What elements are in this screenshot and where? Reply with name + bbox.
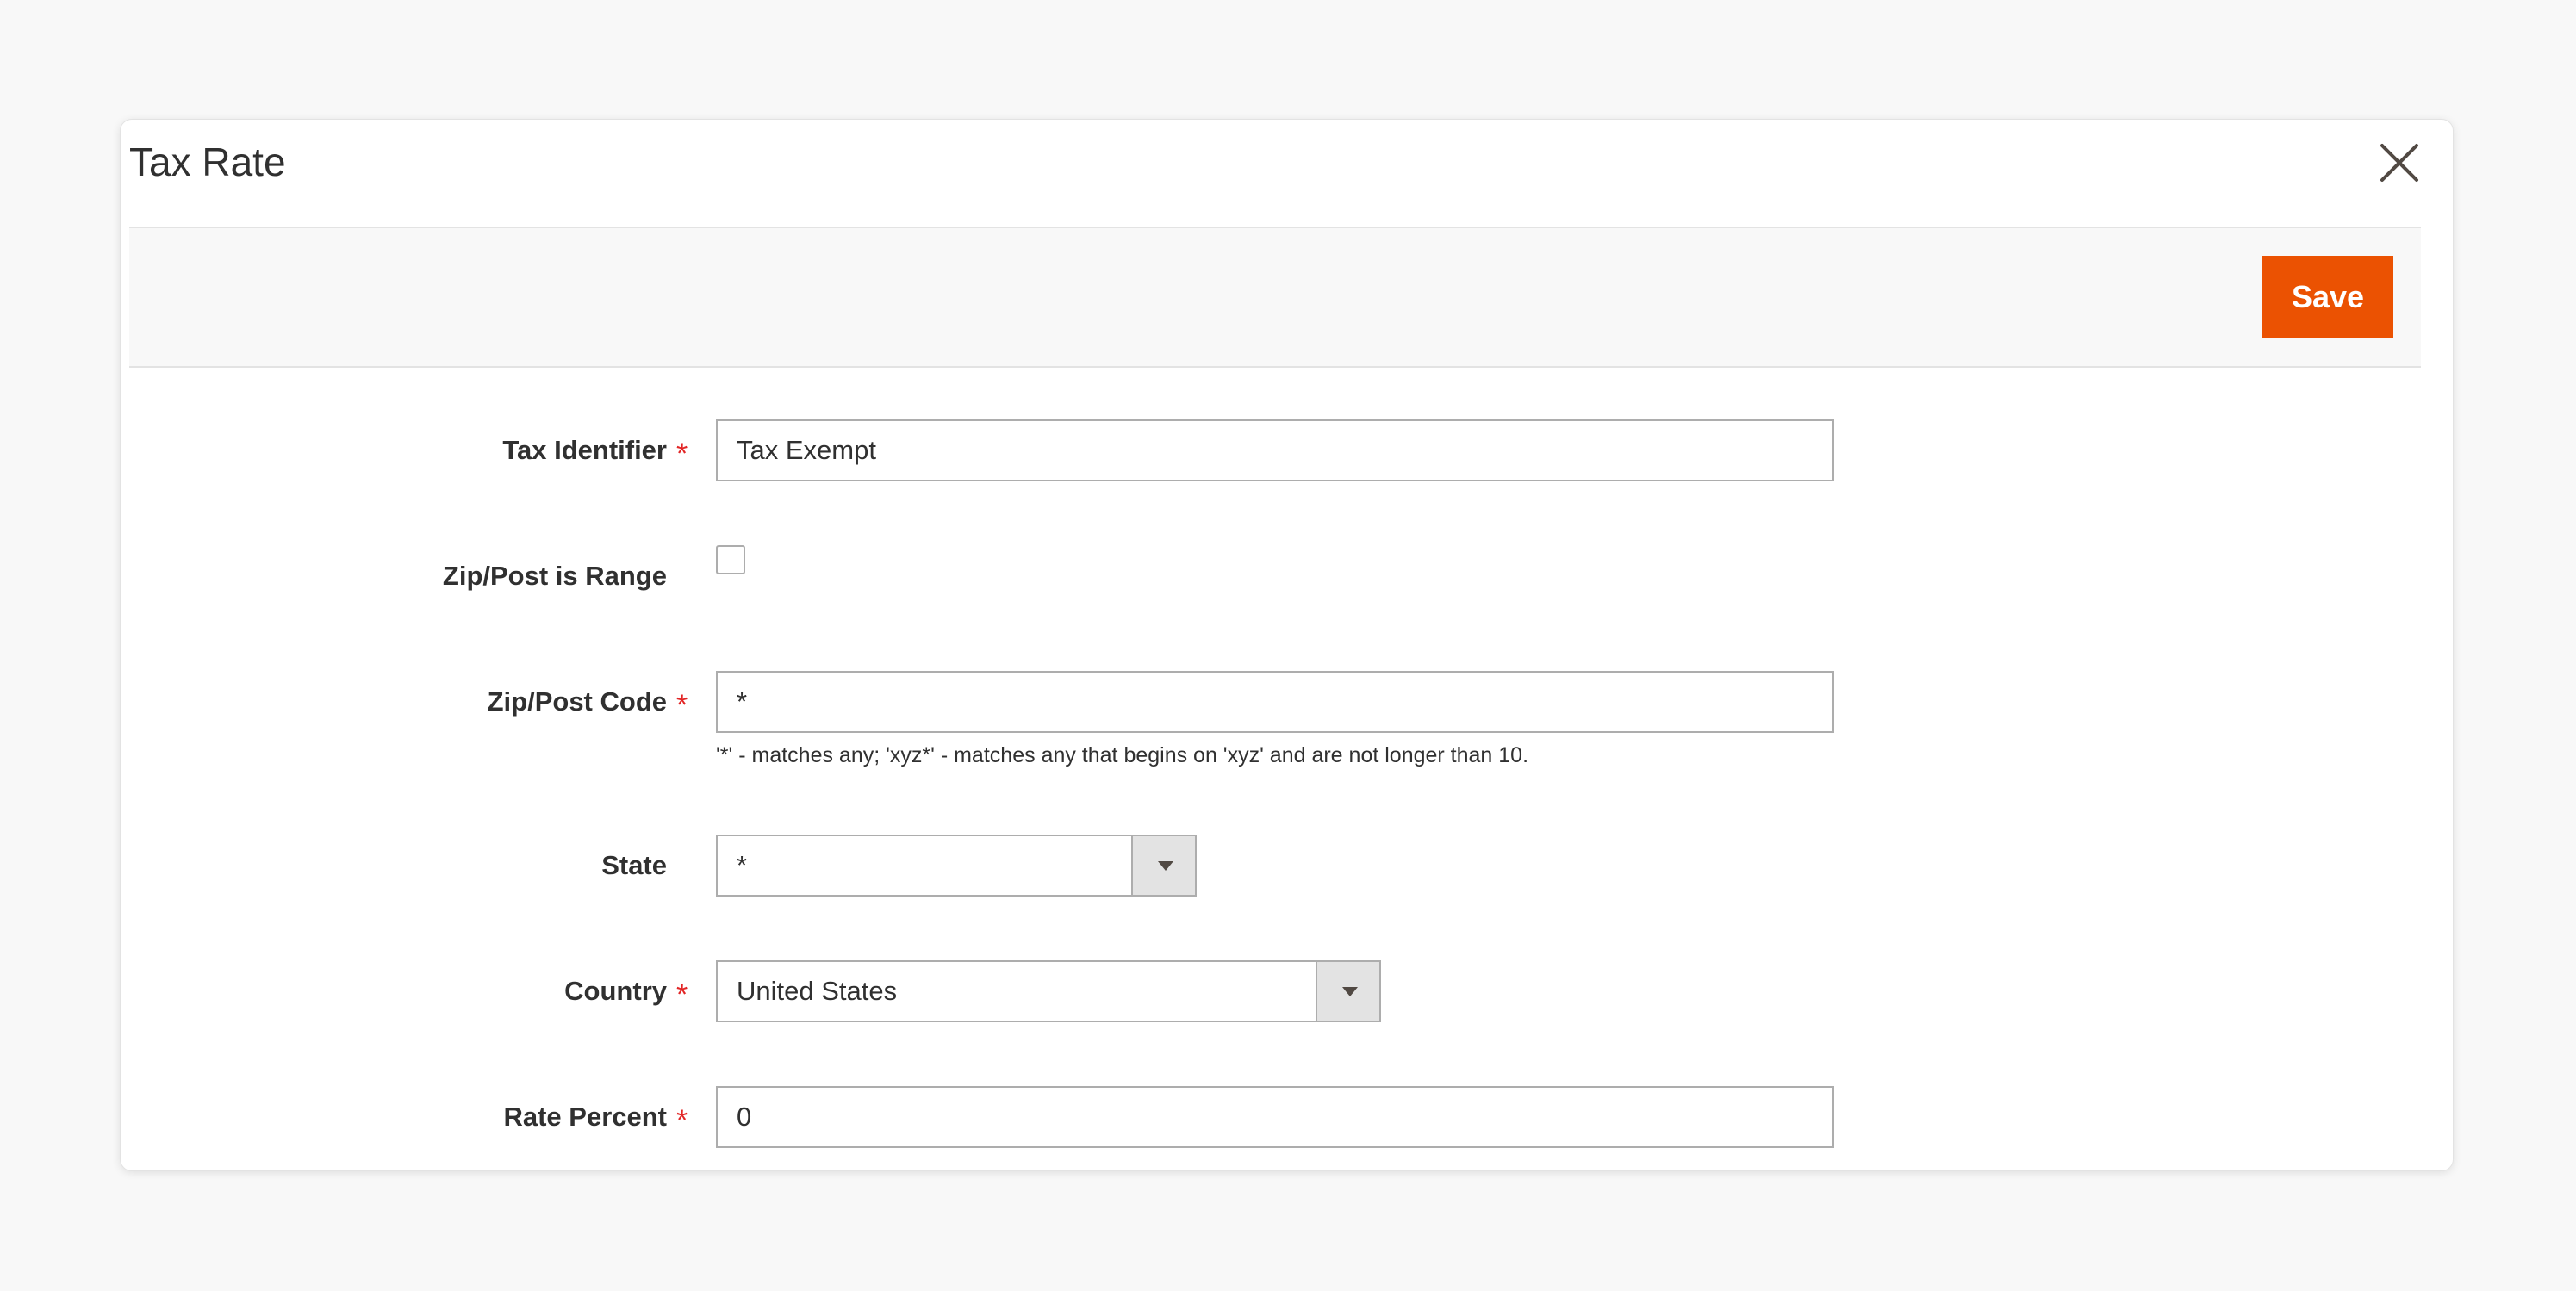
- required-indicator: *: [676, 689, 688, 722]
- zip-is-range-label: Zip/Post is Range: [442, 561, 667, 591]
- tax-identifier-label: Tax Identifier: [502, 435, 667, 465]
- save-button[interactable]: Save: [2262, 256, 2393, 338]
- country-label: Country: [564, 976, 667, 1006]
- field-zip-is-range: Zip/Post is Range: [121, 545, 2455, 607]
- state-select-value: *: [737, 850, 748, 880]
- field-tax-identifier: Tax Identifier *: [121, 419, 2455, 481]
- zip-is-range-checkbox[interactable]: [716, 545, 745, 574]
- field-zip-code: Zip/Post Code * '*' - matches any; 'xyz*…: [121, 671, 2455, 767]
- field-country: Country * United States: [121, 960, 2455, 1022]
- close-button[interactable]: [2375, 139, 2424, 187]
- zip-code-input[interactable]: [716, 671, 1834, 733]
- required-indicator: *: [676, 978, 688, 1011]
- rate-percent-label: Rate Percent: [503, 1102, 667, 1132]
- required-indicator: *: [676, 1104, 688, 1137]
- required-indicator: *: [676, 438, 688, 470]
- chevron-down-icon: [1316, 962, 1379, 1021]
- rate-percent-input[interactable]: [716, 1086, 1834, 1148]
- page-actions-bar: Save: [129, 227, 2421, 368]
- zip-code-label: Zip/Post Code: [487, 686, 667, 717]
- country-select-value: United States: [737, 976, 898, 1006]
- field-rate-percent: Rate Percent *: [121, 1086, 2455, 1148]
- modal-title: Tax Rate: [129, 140, 286, 184]
- close-icon: [2380, 144, 2418, 182]
- field-state: State *: [121, 835, 2455, 897]
- chevron-down-icon: [1131, 836, 1195, 895]
- tax-identifier-input[interactable]: [716, 419, 1834, 481]
- zip-code-note: '*' - matches any; 'xyz*' - matches any …: [716, 743, 1529, 767]
- state-select[interactable]: *: [716, 835, 1197, 897]
- country-select[interactable]: United States: [716, 960, 1381, 1022]
- state-label: State: [601, 850, 667, 880]
- tax-rate-modal: Tax Rate Save Tax Identifier * Zip/Post …: [120, 119, 2454, 1171]
